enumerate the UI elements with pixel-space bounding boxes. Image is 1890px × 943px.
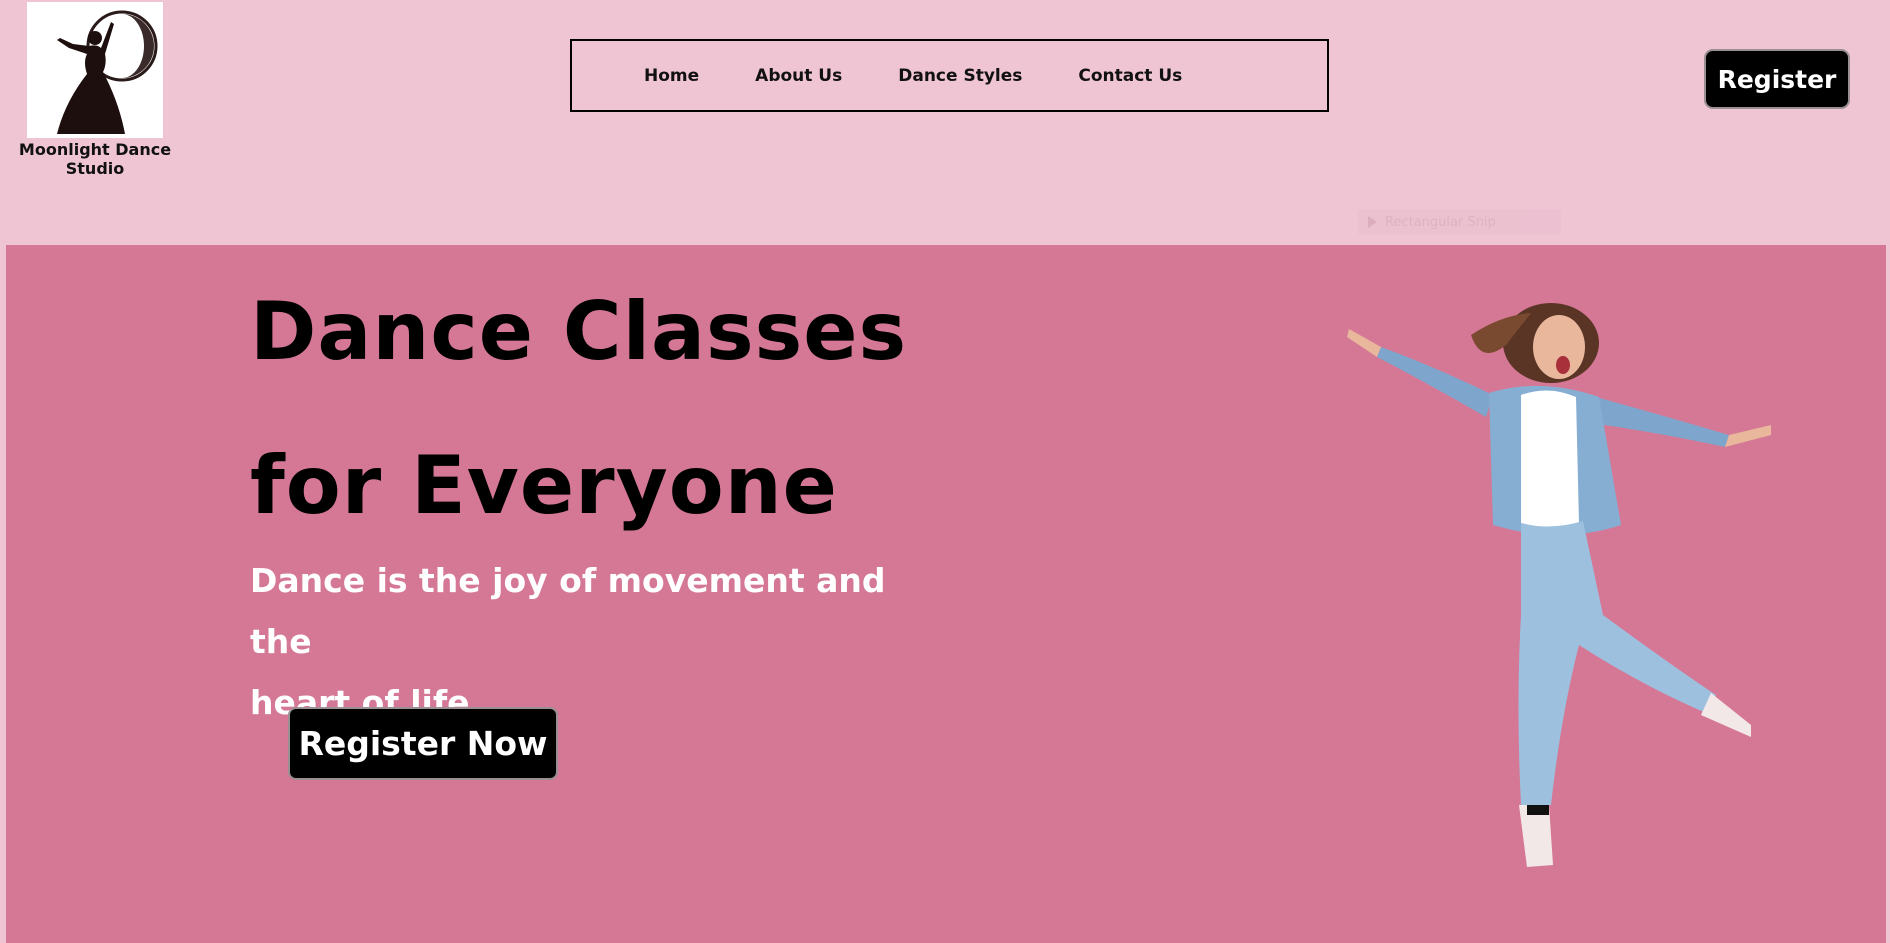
hero-subtitle-line-1: Dance is the joy of movement and the <box>250 561 886 661</box>
main-nav: Home About Us Dance Styles Contact Us <box>570 39 1329 112</box>
snip-overlay-label: Rectangular Snip <box>1385 214 1496 230</box>
hero-subtitle: Dance is the joy of movement and the hea… <box>250 550 950 733</box>
play-icon <box>1368 216 1377 228</box>
hero-title: Dance Classes for Everyone <box>250 255 1150 563</box>
hero-title-line-1: Dance Classes <box>250 285 908 378</box>
register-button[interactable]: Register <box>1704 49 1850 109</box>
dancer-moon-logo-icon <box>27 2 163 138</box>
nav-item-about-us[interactable]: About Us <box>755 66 842 86</box>
brand-name: Moonlight Dance Studio <box>18 140 172 178</box>
register-now-button[interactable]: Register Now <box>288 707 558 780</box>
hero-section: Dance Classes for Everyone Dance is the … <box>6 245 1886 943</box>
nav-item-dance-styles[interactable]: Dance Styles <box>898 66 1022 86</box>
nav-item-home[interactable]: Home <box>644 66 699 86</box>
brand-logo[interactable]: Moonlight Dance Studio <box>18 2 172 178</box>
jumping-dancer-photo <box>1231 285 1831 943</box>
snip-overlay-chip[interactable]: Rectangular Snip <box>1358 209 1561 235</box>
nav-item-contact-us[interactable]: Contact Us <box>1078 66 1182 86</box>
hero-title-line-2: for Everyone <box>250 439 838 532</box>
